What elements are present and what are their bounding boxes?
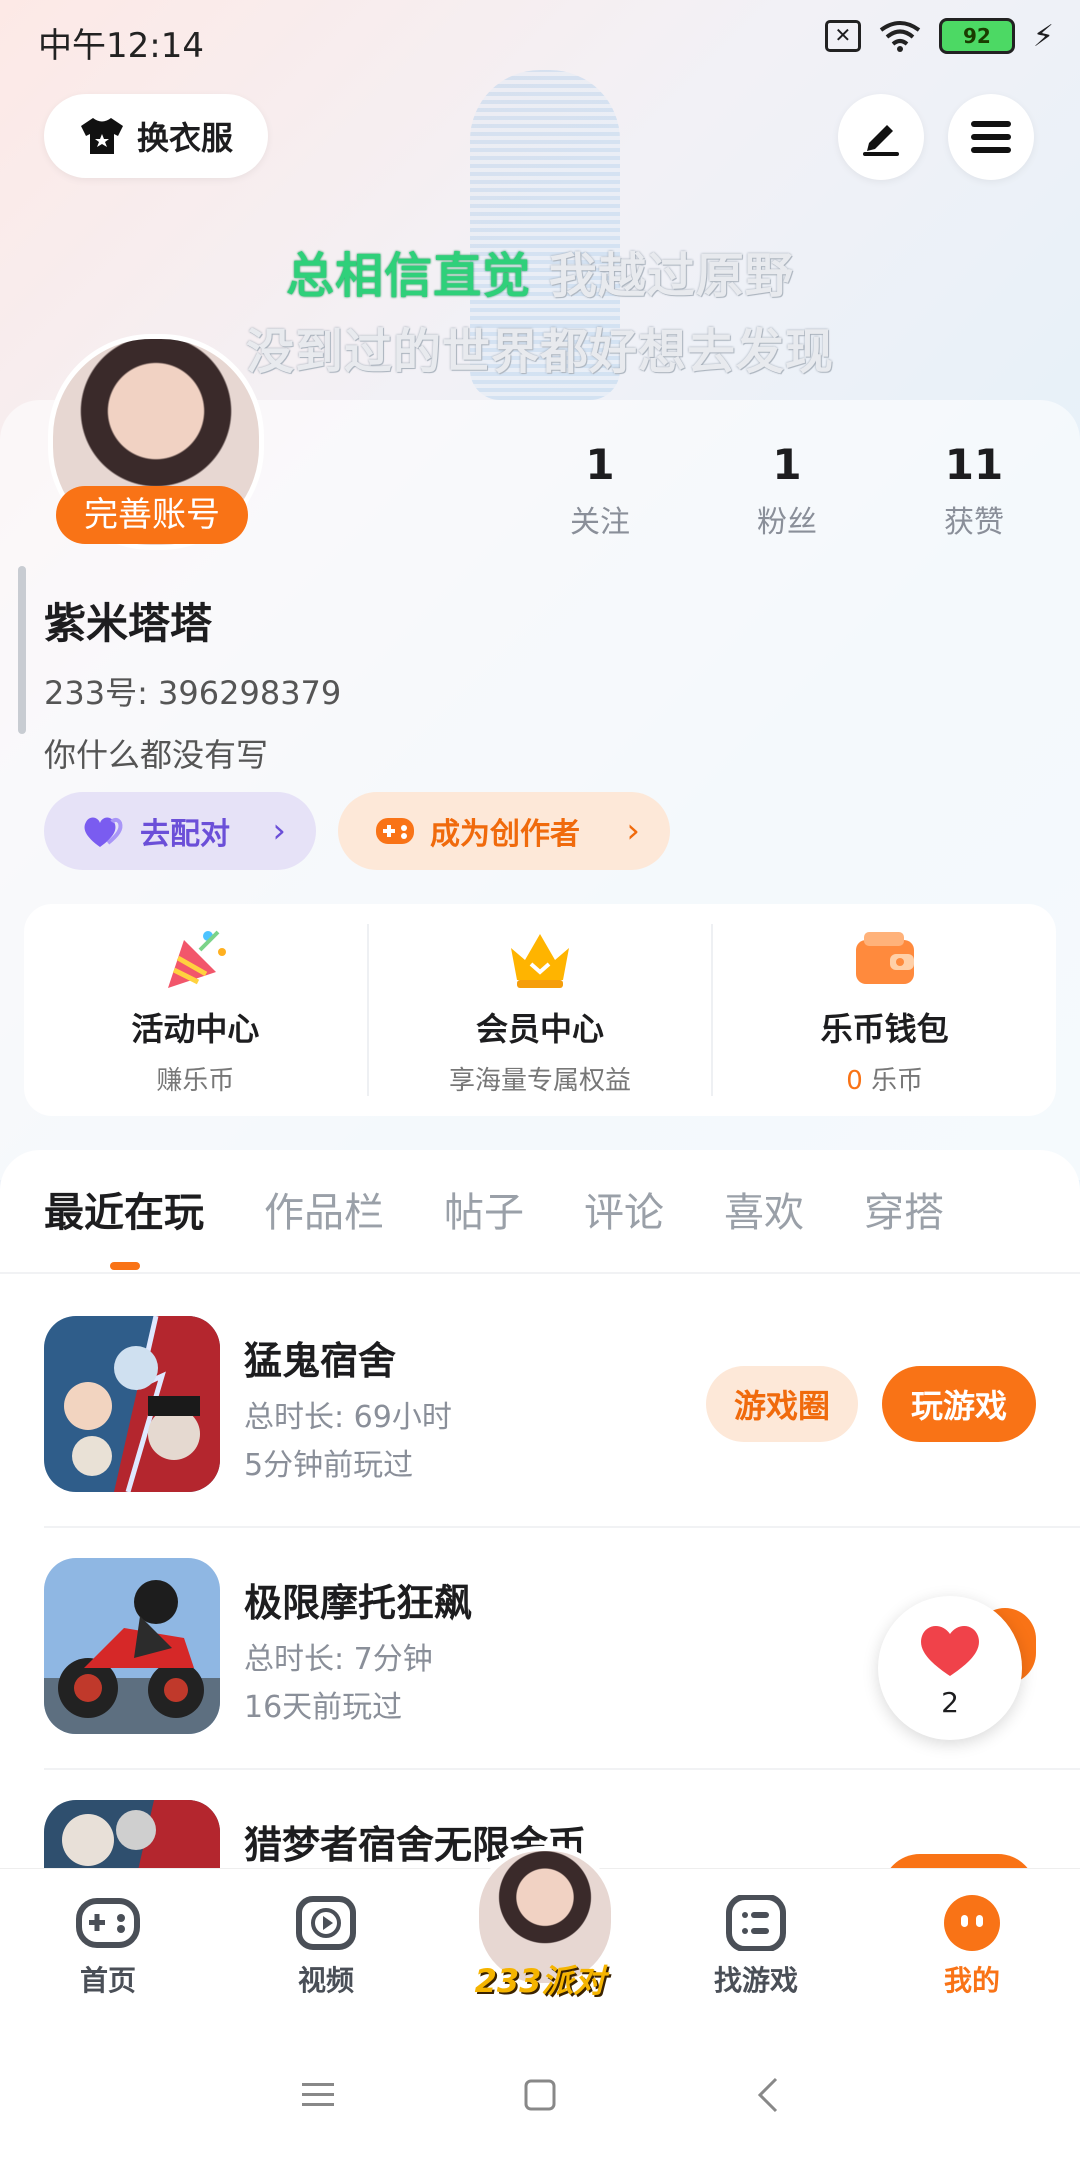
content-panel — [0, 1150, 1080, 1870]
game-row[interactable]: 猛鬼宿舍 总时长: 69小时 5分钟前玩过 游戏圈 玩游戏 — [44, 1316, 1044, 1492]
stat-following[interactable]: 1 关注 — [540, 440, 660, 541]
username: 紫米塔塔 — [44, 599, 213, 648]
stat-label: 粉丝 — [757, 505, 817, 540]
wallet-icon — [855, 932, 914, 984]
tab-comments[interactable]: 评论 — [584, 1180, 664, 1238]
lyric-rest: 我越过原野 — [531, 248, 794, 304]
like-count: 2 — [941, 1686, 959, 1719]
stat-followers[interactable]: 1 粉丝 — [727, 440, 847, 541]
edit-icon — [863, 125, 899, 156]
coin-unit: 乐币 — [862, 1066, 924, 1096]
nav-label: 视频 — [297, 1964, 354, 1997]
video-icon — [296, 1896, 356, 1950]
tab-indicator — [110, 1262, 140, 1270]
stat-value: 1 — [772, 440, 802, 489]
match-button[interactable]: 去配对 › — [44, 792, 316, 870]
service-subtitle: 0 乐币 — [713, 1060, 1056, 1097]
tab-outfits[interactable]: 穿搭 — [864, 1180, 944, 1238]
nav-video[interactable]: 视频 — [256, 1895, 396, 1999]
edit-button[interactable] — [838, 94, 924, 180]
game-last-played: 5分钟前玩过 — [244, 1448, 414, 1483]
game-duration: 总时长: 69小时 — [244, 1400, 452, 1435]
play-game-button[interactable] — [882, 1854, 1036, 1868]
stat-value: 1 — [585, 440, 615, 489]
activity-center[interactable]: 活动中心 赚乐币 — [24, 904, 367, 1116]
row-divider — [44, 1768, 1080, 1770]
row-divider — [44, 1526, 1080, 1528]
game-icon — [44, 1800, 220, 1868]
gamepad-icon — [76, 1898, 140, 1948]
game-title: 极限摩托狂飙 — [244, 1581, 473, 1625]
menu-icon — [971, 121, 1011, 153]
coin-balance: 0 — [846, 1066, 863, 1096]
coin-wallet[interactable]: 乐币钱包 0 乐币 — [711, 924, 1056, 1096]
back-icon[interactable] — [756, 2077, 780, 2113]
chevron-right-icon: › — [272, 811, 286, 851]
profile-tabs: 最近在玩 作品栏 帖子 评论 喜欢 穿搭 — [44, 1180, 944, 1238]
sim-off-icon: ✕ — [824, 20, 861, 52]
nav-mine[interactable]: 我的 — [902, 1895, 1042, 1999]
nav-label: 首页 — [79, 1964, 136, 1997]
game-last-played: 16天前玩过 — [244, 1690, 403, 1725]
service-title: 乐币钱包 — [820, 1010, 949, 1048]
stat-value: 11 — [944, 440, 1004, 489]
lyric-highlight: 总相信直觉 — [286, 248, 532, 304]
service-subtitle: 赚乐币 — [156, 1066, 235, 1096]
tab-likes[interactable]: 喜欢 — [724, 1180, 804, 1238]
match-label: 去配对 — [140, 817, 230, 852]
game-icon — [44, 1558, 220, 1734]
nav-home[interactable]: 首页 — [38, 1895, 178, 1999]
play-game-button[interactable]: 玩游戏 — [882, 1366, 1036, 1442]
service-subtitle: 享海量专属权益 — [449, 1066, 632, 1096]
become-creator-button[interactable]: 成为创作者 › — [338, 792, 670, 870]
lyric-line-1: 总相信直觉 我越过原野 — [0, 236, 1080, 306]
service-title: 活动中心 — [131, 1010, 260, 1048]
crown-icon — [511, 934, 569, 988]
tab-divider — [0, 1272, 1080, 1274]
game-circle-button[interactable]: 游戏圈 — [706, 1366, 858, 1442]
list-icon — [726, 1894, 786, 1952]
tab-posts[interactable]: 帖子 — [444, 1180, 524, 1238]
stat-label: 关注 — [570, 505, 630, 540]
service-title: 会员中心 — [476, 1010, 605, 1048]
game-icon — [44, 1316, 220, 1492]
user-bio[interactable]: 你什么都没有写 — [44, 730, 268, 776]
heart-icon — [921, 1625, 979, 1676]
profile-face-icon — [944, 1895, 1000, 1951]
game-duration: 总时长: 7分钟 — [244, 1642, 433, 1677]
floating-like-button[interactable]: 2 — [878, 1596, 1022, 1740]
stat-likes[interactable]: 11 获赞 — [914, 440, 1034, 541]
wifi-icon — [879, 21, 921, 52]
battery-indicator: 92 — [938, 18, 1015, 54]
menu-button[interactable] — [948, 94, 1034, 180]
services-panel: 活动中心 赚乐币 会员中心 享海量专属权益 乐币钱包 0 乐币 — [24, 904, 1056, 1116]
shirt-icon — [80, 118, 123, 154]
recents-icon[interactable] — [300, 2080, 336, 2110]
tab-recent-played[interactable]: 最近在玩 — [44, 1180, 204, 1238]
side-drawer-handle[interactable] — [18, 566, 26, 734]
party-popper-icon — [168, 930, 227, 988]
nav-label: 我的 — [943, 1964, 1000, 1997]
member-center[interactable]: 会员中心 享海量专属权益 — [366, 924, 712, 1096]
stat-label: 获赞 — [944, 505, 1004, 540]
status-bar: 中午12:14 ✕ 92 ⚡ — [0, 0, 1080, 80]
home-square-icon[interactable] — [523, 2078, 557, 2112]
game-title: 猛鬼宿舍 — [244, 1339, 397, 1383]
status-time: 中午12:14 — [38, 26, 204, 66]
chevron-right-icon: › — [626, 811, 640, 851]
charging-icon: ⚡ — [1032, 18, 1054, 54]
nav-label: 找游戏 — [713, 1964, 798, 1997]
become-creator-label: 成为创作者 — [430, 817, 580, 852]
gamepad-icon — [376, 818, 414, 844]
hearts-icon — [84, 817, 123, 847]
nav-party-label[interactable]: 233派对 — [470, 1956, 610, 2002]
nav-find-games[interactable]: 找游戏 — [686, 1894, 826, 1999]
change-outfit-button[interactable]: 换衣服 — [44, 94, 268, 178]
change-outfit-label: 换衣服 — [136, 119, 233, 157]
complete-account-button[interactable]: 完善账号 — [56, 486, 248, 544]
user-id[interactable]: 233号: 396298379 — [44, 668, 341, 714]
system-navigation-bar — [0, 2030, 1080, 2160]
tab-works[interactable]: 作品栏 — [264, 1180, 384, 1238]
